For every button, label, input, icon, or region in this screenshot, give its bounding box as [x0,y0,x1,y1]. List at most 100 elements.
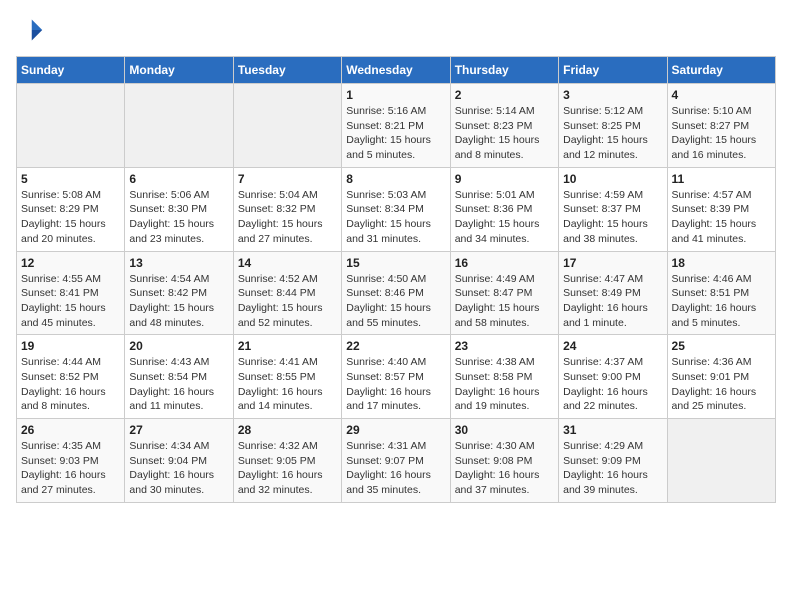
calendar-cell: 25 Sunrise: 4:36 AM Sunset: 9:01 PM Dayli… [667,335,775,419]
calendar-cell [233,84,341,168]
calendar-cell: 11Sunrise: 4:57 AM Sunset: 8:39 PM Dayli… [667,167,775,251]
calendar-cell: 4 Sunrise: 5:10 AM Sunset: 8:27 PM Daylig… [667,84,775,168]
day-number: 17 [563,256,662,270]
calendar-week-2: 5 Sunrise: 5:08 AM Sunset: 8:29 PM Daylig… [17,167,776,251]
day-number: 6 [129,172,228,186]
calendar-cell: 24 Sunrise: 4:37 AM Sunset: 9:00 PM Dayli… [559,335,667,419]
calendar-cell: 14 Sunrise: 4:52 AM Sunset: 8:44 PM Dayli… [233,251,341,335]
day-number: 4 [672,88,771,102]
calendar-cell: 5 Sunrise: 5:08 AM Sunset: 8:29 PM Daylig… [17,167,125,251]
calendar-cell: 21 Sunrise: 4:41 AM Sunset: 8:55 PM Dayli… [233,335,341,419]
calendar-table: SundayMondayTuesdayWednesdayThursdayFrid… [16,56,776,503]
day-number: 5 [21,172,120,186]
day-detail: Sunrise: 4:41 AM Sunset: 8:55 PM Dayligh… [238,355,337,414]
day-number: 22 [346,339,445,353]
day-detail: Sunrise: 4:30 AM Sunset: 9:08 PM Dayligh… [455,439,554,498]
day-detail: Sunrise: 4:37 AM Sunset: 9:00 PM Dayligh… [563,355,662,414]
day-number: 8 [346,172,445,186]
day-number: 16 [455,256,554,270]
calendar-cell: 26Sunrise: 4:35 AM Sunset: 9:03 PM Dayli… [17,419,125,503]
calendar-cell: 20 Sunrise: 4:43 AM Sunset: 8:54 PM Dayli… [125,335,233,419]
day-header-thursday: Thursday [450,57,558,84]
day-header-monday: Monday [125,57,233,84]
day-header-sunday: Sunday [17,57,125,84]
calendar-cell: 7 Sunrise: 5:04 AM Sunset: 8:32 PM Daylig… [233,167,341,251]
calendar-cell: 30 Sunrise: 4:30 AM Sunset: 9:08 PM Dayli… [450,419,558,503]
day-detail: Sunrise: 5:08 AM Sunset: 8:29 PM Dayligh… [21,188,120,247]
day-header-saturday: Saturday [667,57,775,84]
day-detail: Sunrise: 4:54 AM Sunset: 8:42 PM Dayligh… [129,272,228,331]
calendar-cell: 15 Sunrise: 4:50 AM Sunset: 8:46 PM Dayli… [342,251,450,335]
calendar-cell: 22 Sunrise: 4:40 AM Sunset: 8:57 PM Dayli… [342,335,450,419]
calendar-cell [667,419,775,503]
day-detail: Sunrise: 4:31 AM Sunset: 9:07 PM Dayligh… [346,439,445,498]
calendar-cell: 18 Sunrise: 4:46 AM Sunset: 8:51 PM Dayli… [667,251,775,335]
calendar-cell: 13 Sunrise: 4:54 AM Sunset: 8:42 PM Dayli… [125,251,233,335]
calendar-cell: 10Sunrise: 4:59 AM Sunset: 8:37 PM Dayli… [559,167,667,251]
calendar-cell: 17 Sunrise: 4:47 AM Sunset: 8:49 PM Dayli… [559,251,667,335]
day-number: 12 [21,256,120,270]
day-number: 14 [238,256,337,270]
day-detail: Sunrise: 5:03 AM Sunset: 8:34 PM Dayligh… [346,188,445,247]
day-number: 19 [21,339,120,353]
day-detail: Sunrise: 4:34 AM Sunset: 9:04 PM Dayligh… [129,439,228,498]
day-number: 27 [129,423,228,437]
calendar-cell: 2Sunrise: 5:14 AM Sunset: 8:23 PM Daylig… [450,84,558,168]
calendar-cell: 28 Sunrise: 4:32 AM Sunset: 9:05 PM Dayli… [233,419,341,503]
day-number: 23 [455,339,554,353]
calendar-cell: 6 Sunrise: 5:06 AM Sunset: 8:30 PM Daylig… [125,167,233,251]
day-detail: Sunrise: 4:35 AM Sunset: 9:03 PM Dayligh… [21,439,120,498]
day-detail: Sunrise: 4:29 AM Sunset: 9:09 PM Dayligh… [563,439,662,498]
day-detail: Sunrise: 5:04 AM Sunset: 8:32 PM Dayligh… [238,188,337,247]
day-header-friday: Friday [559,57,667,84]
day-detail: Sunrise: 5:01 AM Sunset: 8:36 PM Dayligh… [455,188,554,247]
day-detail: Sunrise: 4:44 AM Sunset: 8:52 PM Dayligh… [21,355,120,414]
logo-icon [16,16,44,44]
day-detail: Sunrise: 4:32 AM Sunset: 9:05 PM Dayligh… [238,439,337,498]
day-number: 13 [129,256,228,270]
calendar-cell: 27 Sunrise: 4:34 AM Sunset: 9:04 PM Dayli… [125,419,233,503]
day-header-wednesday: Wednesday [342,57,450,84]
day-detail: Sunrise: 4:36 AM Sunset: 9:01 PM Dayligh… [672,355,771,414]
day-detail: Sunrise: 5:12 AM Sunset: 8:25 PM Dayligh… [563,104,662,163]
day-detail: Sunrise: 4:55 AM Sunset: 8:41 PM Dayligh… [21,272,120,331]
calendar-cell: 16 Sunrise: 4:49 AM Sunset: 8:47 PM Dayli… [450,251,558,335]
day-detail: Sunrise: 4:59 AM Sunset: 8:37 PM Dayligh… [563,188,662,247]
day-number: 21 [238,339,337,353]
day-detail: Sunrise: 4:40 AM Sunset: 8:57 PM Dayligh… [346,355,445,414]
calendar-cell: 19 Sunrise: 4:44 AM Sunset: 8:52 PM Dayli… [17,335,125,419]
calendar-cell: 29 Sunrise: 4:31 AM Sunset: 9:07 PM Dayli… [342,419,450,503]
day-detail: Sunrise: 4:50 AM Sunset: 8:46 PM Dayligh… [346,272,445,331]
day-number: 25 [672,339,771,353]
day-header-row: SundayMondayTuesdayWednesdayThursdayFrid… [17,57,776,84]
day-number: 30 [455,423,554,437]
calendar-week-3: 12 Sunrise: 4:55 AM Sunset: 8:41 PM Dayli… [17,251,776,335]
day-detail: Sunrise: 4:49 AM Sunset: 8:47 PM Dayligh… [455,272,554,331]
day-header-tuesday: Tuesday [233,57,341,84]
calendar-cell [125,84,233,168]
calendar-cell: 9 Sunrise: 5:01 AM Sunset: 8:36 PM Daylig… [450,167,558,251]
day-number: 24 [563,339,662,353]
day-detail: Sunrise: 5:16 AM Sunset: 8:21 PM Dayligh… [346,104,445,163]
day-detail: Sunrise: 4:47 AM Sunset: 8:49 PM Dayligh… [563,272,662,331]
day-number: 18 [672,256,771,270]
day-number: 1 [346,88,445,102]
day-detail: Sunrise: 4:43 AM Sunset: 8:54 PM Dayligh… [129,355,228,414]
day-detail: Sunrise: 5:06 AM Sunset: 8:30 PM Dayligh… [129,188,228,247]
day-number: 20 [129,339,228,353]
day-number: 29 [346,423,445,437]
calendar-cell: 23Sunrise: 4:38 AM Sunset: 8:58 PM Dayli… [450,335,558,419]
day-number: 15 [346,256,445,270]
day-number: 9 [455,172,554,186]
day-number: 11 [672,172,771,186]
day-detail: Sunrise: 5:14 AM Sunset: 8:23 PM Dayligh… [455,104,554,163]
calendar-cell: 3Sunrise: 5:12 AM Sunset: 8:25 PM Daylig… [559,84,667,168]
day-number: 7 [238,172,337,186]
calendar-cell: 8 Sunrise: 5:03 AM Sunset: 8:34 PM Daylig… [342,167,450,251]
day-detail: Sunrise: 4:52 AM Sunset: 8:44 PM Dayligh… [238,272,337,331]
page-header [16,16,776,44]
day-detail: Sunrise: 4:46 AM Sunset: 8:51 PM Dayligh… [672,272,771,331]
day-number: 28 [238,423,337,437]
day-detail: Sunrise: 5:10 AM Sunset: 8:27 PM Dayligh… [672,104,771,163]
logo [16,16,48,44]
